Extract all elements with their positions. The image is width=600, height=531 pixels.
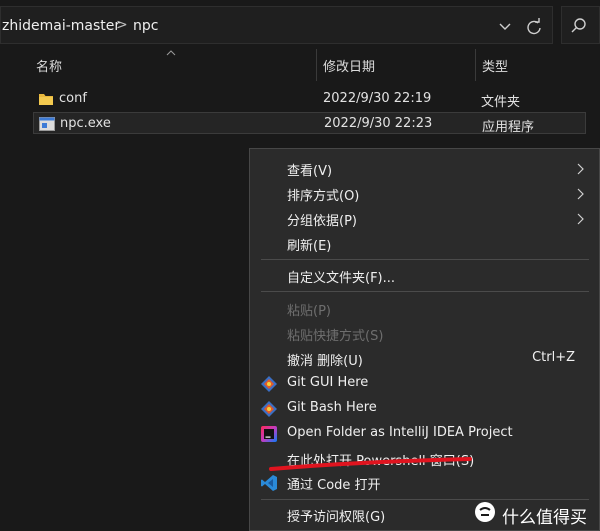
- column-header-name[interactable]: 名称: [36, 56, 62, 75]
- menu-item-sort-by[interactable]: 排序方式(O): [250, 181, 599, 206]
- chevron-right-icon: [577, 213, 584, 225]
- menu-item-label: Git GUI Here: [287, 375, 369, 390]
- menu-item-label: 授予访问权限(G): [287, 510, 386, 525]
- menu-item-label: Git Bash Here: [287, 400, 377, 415]
- watermark-text: 什么值得买: [502, 508, 587, 528]
- intellij-icon: [261, 426, 277, 442]
- menu-item-git-bash[interactable]: Git Bash Here: [250, 396, 599, 421]
- menu-item-git-gui[interactable]: Git GUI Here: [250, 371, 599, 396]
- chevron-down-icon[interactable]: [497, 18, 513, 34]
- address-bar[interactable]: zhidemai-master > npc: [0, 6, 553, 44]
- menu-item-label: 自定义文件夹(F)...: [287, 271, 396, 286]
- folder-icon: [39, 94, 53, 105]
- menu-item-shortcut: Ctrl+Z: [532, 350, 575, 365]
- menu-item-label: 粘贴(P): [287, 304, 331, 319]
- column-header-type[interactable]: 类型: [482, 56, 508, 75]
- menu-item-paste: 粘贴(P): [250, 296, 599, 321]
- chevron-right-icon: [577, 163, 584, 175]
- menu-separator: [261, 499, 589, 500]
- file-type: 文件夹: [481, 95, 521, 110]
- vscode-icon: [261, 475, 277, 491]
- refresh-icon[interactable]: [523, 18, 545, 36]
- menu-item-open-intellij[interactable]: Open Folder as IntelliJ IDEA Project: [250, 421, 599, 446]
- menu-item-label: 刷新(E): [287, 239, 332, 254]
- smzdm-logo-icon: [475, 502, 495, 522]
- file-row-npc-exe[interactable]: npc.exe 2022/9/30 22:23 应用程序: [33, 112, 586, 135]
- menu-item-label: 排序方式(O): [287, 189, 360, 204]
- search-box[interactable]: [561, 6, 600, 44]
- exe-icon: [39, 117, 55, 131]
- menu-item-customize-folder[interactable]: 自定义文件夹(F)...: [250, 263, 599, 288]
- menu-item-paste-shortcut: 粘贴快捷方式(S): [250, 321, 599, 346]
- menu-item-refresh[interactable]: 刷新(E): [250, 231, 599, 256]
- menu-item-label: 粘贴快捷方式(S): [287, 329, 384, 344]
- file-name: npc.exe: [60, 116, 111, 131]
- file-modified: 2022/9/30 22:19: [323, 91, 432, 106]
- menu-separator: [261, 291, 589, 292]
- menu-item-label: 分组依据(P): [287, 214, 357, 229]
- menu-item-label: Open Folder as IntelliJ IDEA Project: [287, 425, 513, 440]
- sort-ascending-icon: [166, 50, 176, 56]
- git-gui-icon: [261, 376, 277, 392]
- breadcrumb-zhidemai-master[interactable]: zhidemai-master: [2, 18, 120, 34]
- menu-item-view[interactable]: 查看(V): [250, 156, 599, 181]
- file-row-conf[interactable]: conf 2022/9/30 22:19 文件夹: [33, 88, 586, 110]
- column-header-modified[interactable]: 修改日期: [323, 56, 375, 75]
- git-bash-icon: [261, 401, 277, 417]
- menu-item-label: 查看(V): [287, 164, 333, 179]
- breadcrumb-separator: >: [116, 17, 128, 33]
- menu-item-label: 撤消 删除(U): [287, 354, 363, 369]
- breadcrumb-npc[interactable]: npc: [133, 18, 158, 34]
- menu-item-label: 通过 Code 打开: [287, 478, 381, 493]
- file-type: 应用程序: [482, 120, 535, 135]
- chevron-right-icon: [577, 188, 584, 200]
- column-divider[interactable]: [316, 49, 317, 81]
- menu-item-undo-delete[interactable]: 撤消 删除(U) Ctrl+Z: [250, 346, 599, 371]
- menu-item-group-by[interactable]: 分组依据(P): [250, 206, 599, 231]
- menu-separator: [261, 259, 589, 260]
- search-icon[interactable]: [570, 17, 588, 35]
- file-modified: 2022/9/30 22:23: [324, 116, 433, 131]
- file-name: conf: [59, 91, 87, 106]
- red-underline-annotation: [269, 457, 472, 471]
- column-divider[interactable]: [475, 49, 476, 81]
